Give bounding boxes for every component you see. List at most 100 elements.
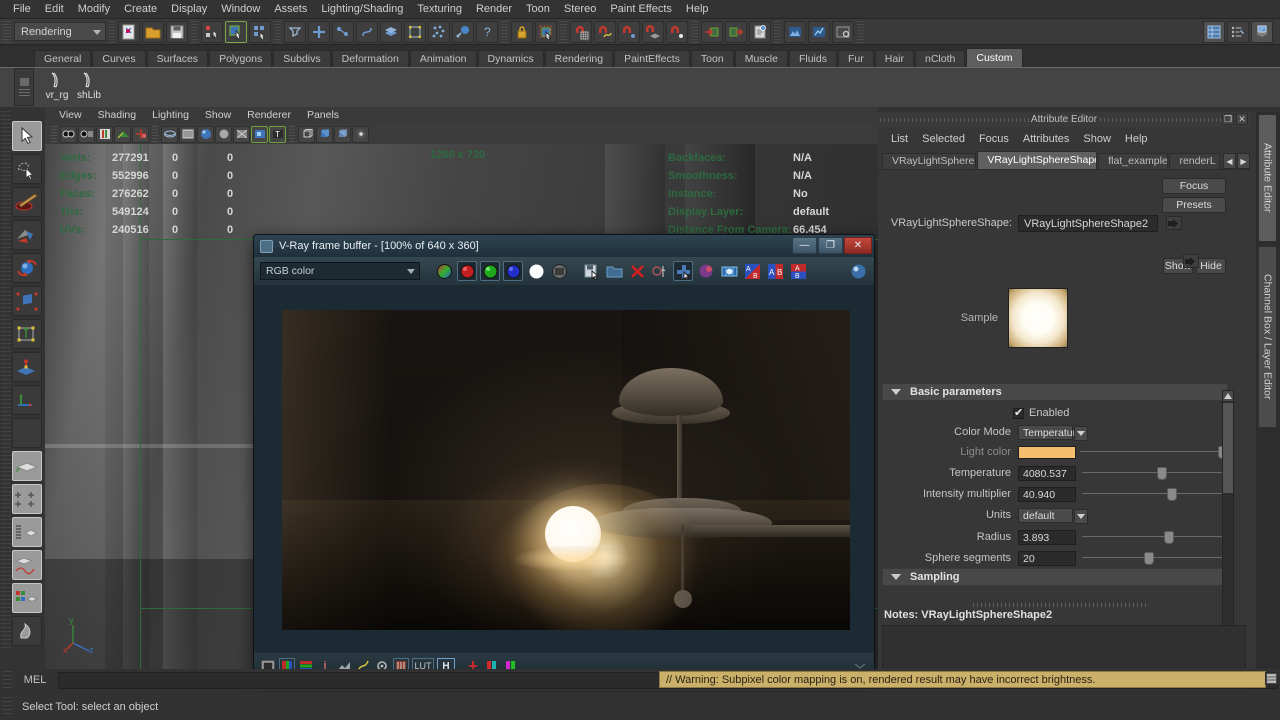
particle-icon[interactable] (428, 20, 450, 43)
menu-lighting-shading[interactable]: Lighting/Shading (314, 0, 410, 19)
stereo-icon[interactable] (719, 261, 739, 281)
snap-curve-icon[interactable] (594, 20, 616, 43)
shelf-tab-fluids[interactable]: Fluids (788, 50, 837, 67)
render-last-icon[interactable] (848, 261, 868, 281)
shaded-with-wireframe-icon[interactable] (215, 125, 232, 143)
open-scene-icon[interactable] (142, 20, 164, 43)
light-color-slider[interactable] (1080, 445, 1228, 459)
color-corrections-icon[interactable] (696, 261, 716, 281)
shelf-tab-toon[interactable]: Toon (690, 50, 734, 67)
monochrome-icon[interactable] (549, 261, 569, 281)
red-channel-icon[interactable] (457, 261, 477, 281)
shelf-tab-subdivs[interactable]: Subdivs (273, 50, 331, 67)
chevron-down-icon[interactable] (1074, 508, 1088, 524)
xray-text-icon[interactable]: T (269, 125, 286, 143)
track-mouse-icon[interactable] (650, 261, 670, 281)
vfb-title-bar[interactable]: V-Ray frame buffer - [100% of 640 x 360]… (254, 235, 874, 257)
shelf-tab-dynamics[interactable]: Dynamics (477, 50, 544, 67)
attribute-editor-title-bar[interactable]: Attribute Editor ❐ ✕ (878, 112, 1250, 127)
script-editor-button[interactable] (1265, 672, 1278, 685)
slider-knob[interactable] (1167, 488, 1177, 501)
minimize-button[interactable]: — (792, 237, 817, 254)
shelf-tab-custom[interactable]: Custom (966, 48, 1023, 67)
ab-vertical-compare-icon[interactable]: AB (788, 261, 808, 281)
vray-frame-buffer-window[interactable]: V-Ray frame buffer - [100% of 640 x 360]… (253, 234, 875, 680)
xray-active-components-icon[interactable] (334, 125, 351, 143)
shelf-tab-curves[interactable]: Curves (92, 50, 146, 67)
select-hierarchy-icon[interactable] (201, 20, 223, 43)
shelf-item-vr-rg[interactable]: vr_rg (40, 70, 74, 101)
ae-tab-vraylightsphereshape2[interactable]: VRayLightSphereShape2 (977, 151, 1098, 169)
toolbar-drag-handle[interactable] (2, 20, 12, 43)
save-image-icon[interactable] (581, 261, 601, 281)
ae-menu-selected[interactable]: Selected (915, 133, 972, 145)
command-line-grip[interactable] (2, 671, 12, 689)
focus-button[interactable]: Focus (1162, 178, 1226, 194)
input-connection-icon[interactable] (701, 20, 723, 43)
surface-icon[interactable] (380, 20, 402, 43)
ab-horizontal-compare-icon[interactable]: AB (765, 261, 785, 281)
vtab-attribute-editor[interactable]: Attribute Editor (1258, 114, 1277, 242)
tool-lasso-select[interactable] (12, 154, 42, 184)
help-line-grip[interactable] (2, 696, 12, 717)
node-name-field[interactable]: VRayLightSphereShape2 (1018, 214, 1158, 232)
ae-menu-help[interactable]: Help (1118, 133, 1155, 145)
make-live-icon[interactable] (666, 20, 688, 43)
viewport-menu-panels[interactable]: Panels (299, 107, 347, 124)
help-icon[interactable]: ? (476, 20, 498, 43)
selection-mask-icon[interactable] (284, 20, 306, 43)
wireframe-icon[interactable] (161, 125, 178, 143)
light-color-swatch[interactable] (1018, 445, 1076, 459)
viewport-menu-shading[interactable]: Shading (90, 107, 145, 124)
smooth-shade-icon[interactable] (197, 125, 214, 143)
lock-selection-icon[interactable] (511, 20, 533, 43)
color-mode-dropdown[interactable]: Temperature (1018, 424, 1088, 441)
intensity-multiplier-field[interactable]: 40.940 (1018, 486, 1076, 502)
menu-assets[interactable]: Assets (267, 0, 314, 19)
open-image-icon[interactable] (604, 261, 624, 281)
alpha-channel-icon[interactable] (526, 261, 546, 281)
sphere-segments-slider[interactable] (1082, 551, 1230, 565)
tool-select[interactable] (12, 121, 42, 151)
select-camera-icon[interactable] (60, 125, 77, 143)
units-dropdown[interactable]: default (1018, 507, 1088, 524)
shelf-tab-ncloth[interactable]: nCloth (915, 50, 966, 67)
two-d-pan-zoom-icon[interactable] (132, 125, 149, 143)
save-scene-icon[interactable] (166, 20, 188, 43)
layout-single-perspective[interactable] (12, 451, 42, 481)
shelf-tab-muscle[interactable]: Muscle (734, 50, 788, 67)
menu-help[interactable]: Help (679, 0, 716, 19)
output-connection-icon[interactable] (725, 20, 747, 43)
green-channel-icon[interactable] (480, 261, 500, 281)
node-history-arrow-icon[interactable] (1183, 254, 1199, 268)
toolbox-drag-handle[interactable] (1, 111, 11, 651)
ipr-render-icon[interactable] (808, 20, 830, 43)
render-region-icon[interactable] (673, 261, 693, 281)
close-button[interactable]: ✕ (1236, 113, 1248, 125)
layout-persp-graph[interactable] (12, 550, 42, 580)
menu-render[interactable]: Render (469, 0, 519, 19)
new-scene-icon[interactable] (118, 20, 140, 43)
maximize-button[interactable]: ❐ (818, 237, 843, 254)
intensity-multiplier-slider[interactable] (1082, 487, 1230, 501)
layout-paint-effects[interactable] (12, 616, 42, 646)
slider-knob[interactable] (1164, 531, 1174, 544)
sphere-segments-field[interactable]: 20 (1018, 550, 1076, 566)
xray-shaded-icon[interactable] (298, 125, 315, 143)
chevron-down-icon[interactable] (1074, 425, 1088, 441)
menu-file[interactable]: File (6, 0, 38, 19)
menu-display[interactable]: Display (164, 0, 214, 19)
viewport-toolbar-grip[interactable] (152, 126, 158, 142)
show-channel-box-icon[interactable] (1203, 20, 1225, 43)
section-basic-parameters[interactable]: Basic parameters (882, 383, 1228, 401)
viewport-menu-show[interactable]: Show (197, 107, 239, 124)
select-object-icon[interactable] (225, 20, 247, 43)
menu-texturing[interactable]: Texturing (410, 0, 469, 19)
layout-hypershade-persp[interactable] (12, 583, 42, 613)
tool-rotate[interactable] (12, 253, 42, 283)
camera-attributes-icon[interactable] (78, 125, 95, 143)
menu-paint-effects[interactable]: Paint Effects (603, 0, 679, 19)
menu-set-selector[interactable]: Rendering (14, 22, 106, 41)
shelf-tab-general[interactable]: General (34, 50, 92, 67)
dynamics-icon[interactable] (452, 20, 474, 43)
